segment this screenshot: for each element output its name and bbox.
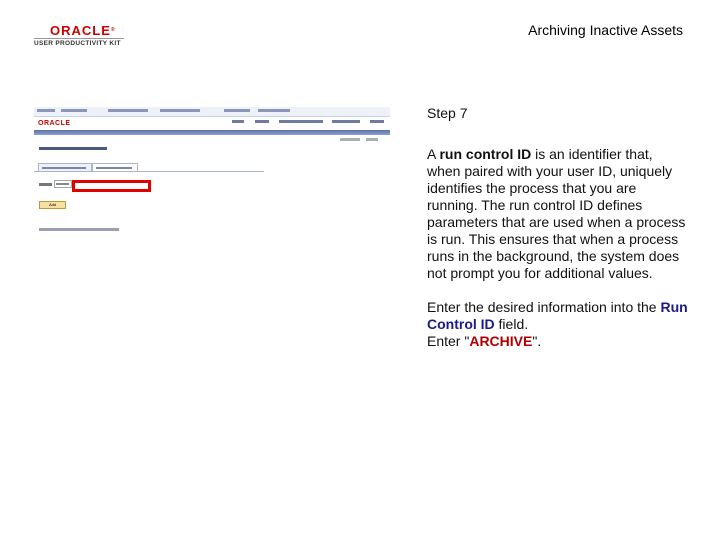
run-control-term: run control ID (439, 146, 532, 162)
breadcrumb-item (37, 109, 55, 112)
instruction-panel: Step 7 A run control ID is an identifier… (427, 105, 689, 350)
breadcrumb-item (108, 109, 148, 112)
application-screenshot: ORACLE Add (34, 107, 390, 257)
run-control-id-highlight[interactable] (72, 180, 151, 192)
header-link (279, 120, 323, 123)
document-title: Archiving Inactive Assets (528, 22, 683, 38)
breadcrumb-item (61, 109, 87, 112)
app-logo: ORACLE (38, 120, 71, 127)
action-instruction: Enter the desired information into the R… (427, 299, 688, 349)
header-link (255, 120, 269, 123)
header-link (232, 120, 244, 123)
add-button: Add (39, 201, 66, 209)
tab-divider (34, 171, 264, 172)
oracle-upk-logo: ORACLE® USER PRODUCTIVITY KIT (34, 24, 124, 48)
footer-links (39, 228, 119, 231)
oracle-wordmark: ORACLE® (50, 23, 116, 38)
header-link (332, 120, 360, 123)
upk-wordmark: USER PRODUCTIVITY KIT (34, 38, 124, 48)
run-control-id-label (39, 183, 52, 186)
enter-value: ARCHIVE (469, 333, 533, 349)
breadcrumb-item (224, 109, 250, 112)
step-number: Step 7 (427, 105, 468, 121)
utility-link (366, 138, 378, 141)
breadcrumb-item (160, 109, 200, 112)
header-link (370, 120, 384, 123)
header-bar (34, 130, 390, 135)
breadcrumb-bar (34, 107, 390, 117)
utility-link (340, 138, 360, 141)
page-heading (39, 147, 107, 150)
run-control-id-field (54, 180, 72, 188)
run-control-explanation: A run control ID is an identifier that, … (427, 146, 686, 281)
breadcrumb-item (258, 109, 290, 112)
app-header: ORACLE (34, 117, 390, 130)
